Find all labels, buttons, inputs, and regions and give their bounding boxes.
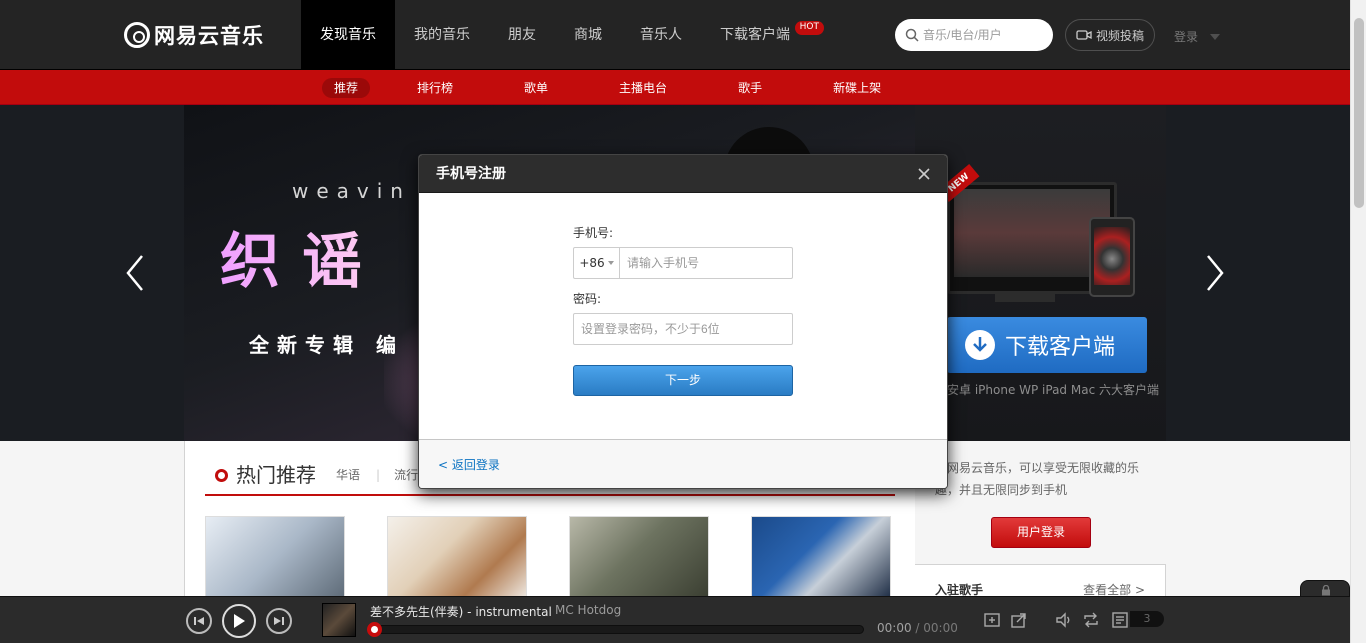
- chevron-down-icon: [607, 261, 614, 265]
- download-arrow-icon: [965, 330, 995, 360]
- banner-next-arrow-icon[interactable]: [1200, 253, 1230, 293]
- current-time: 00:00: [877, 621, 912, 635]
- playlist-cover[interactable]: [387, 516, 527, 601]
- site-logo[interactable]: 网易云音乐: [124, 20, 264, 50]
- login-promo-text: 录网易云音乐，可以享受无限收藏的乐趣，并且无限同步到手机: [935, 461, 1140, 497]
- nav-my-music[interactable]: 我的音乐: [395, 0, 489, 70]
- progress-handle[interactable]: [367, 622, 382, 637]
- login-promo-box: 录网易云音乐，可以享受无限收藏的乐趣，并且无限同步到手机 用户登录: [915, 441, 1166, 565]
- sub-nav: 推荐 排行榜 歌单 主播电台 歌手 新碟上架: [322, 70, 940, 105]
- page-scrollbar[interactable]: [1350, 0, 1366, 643]
- total-time: 00:00: [923, 621, 958, 635]
- login-link[interactable]: 登录: [1174, 28, 1221, 45]
- nav-friends[interactable]: 朋友: [489, 0, 555, 70]
- tab-pop[interactable]: 流行: [394, 463, 418, 487]
- share-icon[interactable]: [1010, 611, 1028, 629]
- top-navbar: 网易云音乐 发现音乐 我的音乐 朋友 商城 音乐人 下载客户端 HOT 视频投稿…: [0, 0, 1350, 70]
- now-playing-cover[interactable]: [322, 603, 356, 637]
- back-to-login-link[interactable]: < 返回登录: [438, 456, 500, 473]
- chevron-down-icon: [1210, 33, 1221, 40]
- close-icon[interactable]: [917, 167, 931, 181]
- subnav-charts[interactable]: 排行榜: [405, 78, 465, 98]
- download-panel: NEW 下载客户端 安卓 iPhone WP iPad Mac 六大客户端: [915, 105, 1166, 441]
- player-lock-tab[interactable]: [1300, 580, 1350, 597]
- prev-track-button[interactable]: [186, 608, 212, 634]
- nav-discover-music[interactable]: 发现音乐: [301, 0, 395, 70]
- subnav-singers[interactable]: 歌手: [726, 78, 774, 98]
- download-client-button[interactable]: 下载客户端: [947, 317, 1147, 373]
- add-to-playlist-icon[interactable]: [983, 611, 1001, 629]
- banner-english-text: weavin: [292, 179, 411, 203]
- progress-bar[interactable]: [367, 622, 864, 637]
- playlist-cover[interactable]: [569, 516, 709, 601]
- playlist-icon[interactable]: [1111, 611, 1129, 629]
- song-artist[interactable]: MC Hotdog: [555, 603, 621, 617]
- playlist-cover[interactable]: [751, 516, 891, 601]
- play-button[interactable]: [222, 604, 256, 638]
- country-code-select[interactable]: +86: [574, 248, 620, 278]
- volume-icon[interactable]: [1055, 611, 1073, 629]
- dialog-header[interactable]: 手机号注册: [419, 155, 947, 193]
- banner-subtitle: 全新专辑 编: [249, 333, 404, 357]
- dialog-body: 手机号: +86 密码: 下一步: [419, 194, 947, 439]
- banner-title-text: 织谣: [220, 227, 384, 297]
- phone-field: +86: [573, 247, 793, 279]
- nav-download-client[interactable]: 下载客户端 HOT: [701, 0, 828, 70]
- phone-label: 手机号:: [573, 226, 614, 240]
- user-login-button[interactable]: 用户登录: [991, 517, 1091, 548]
- login-label: 登录: [1174, 30, 1199, 44]
- banner-title: 织谣: [220, 213, 384, 300]
- time-display: 00:00 / 00:00: [877, 621, 958, 635]
- password-input[interactable]: [573, 313, 793, 345]
- nav-musicians[interactable]: 音乐人: [621, 0, 701, 70]
- playlist-count[interactable]: 3: [1130, 611, 1164, 627]
- music-player: 差不多先生(伴奏) - instrumental MC Hotdog 00:00…: [0, 596, 1350, 643]
- tab-divider: |: [376, 468, 381, 482]
- subnav-new-albums[interactable]: 新碟上架: [821, 78, 893, 98]
- phone-register-dialog: 手机号注册 手机号: +86 密码: 下一步 < 返回登录: [418, 154, 948, 489]
- download-platforms: 安卓 iPhone WP iPad Mac 六大客户端: [947, 383, 1159, 397]
- hot-badge: HOT: [794, 21, 824, 35]
- subnav-recommend[interactable]: 推荐: [322, 77, 371, 98]
- section-dot-icon: [215, 469, 228, 482]
- scrollbar-thumb[interactable]: [1354, 18, 1364, 208]
- video-upload-button[interactable]: 视频投稿: [1065, 19, 1155, 51]
- phone-client-image: [1089, 217, 1135, 297]
- dialog-title: 手机号注册: [436, 166, 506, 182]
- nav-download-label: 下载客户端: [720, 27, 790, 43]
- netease-logo-icon: [124, 22, 150, 48]
- banner-prev-arrow-icon[interactable]: [120, 253, 150, 293]
- monitor-stand: [995, 294, 1055, 302]
- play-icon: [234, 614, 245, 628]
- phone-input[interactable]: [620, 248, 792, 278]
- tab-chinese[interactable]: 华语: [336, 463, 360, 487]
- main-nav: 发现音乐 我的音乐 朋友 商城 音乐人 下载客户端 HOT: [301, 0, 828, 70]
- next-track-button[interactable]: [266, 608, 292, 634]
- previous-icon: [194, 617, 204, 625]
- dialog-footer: < 返回登录: [419, 439, 947, 488]
- search-input[interactable]: [923, 28, 1043, 42]
- repeat-icon[interactable]: [1082, 611, 1100, 629]
- subnav-playlists[interactable]: 歌单: [512, 78, 560, 98]
- download-client-label: 下载客户端: [1005, 335, 1116, 360]
- nav-mall[interactable]: 商城: [555, 0, 621, 70]
- search-icon: [905, 28, 919, 42]
- song-title[interactable]: 差不多先生(伴奏) - instrumental: [370, 603, 552, 620]
- next-icon: [274, 617, 284, 625]
- video-upload-label: 视频投稿: [1095, 28, 1144, 43]
- lock-icon: [1322, 585, 1330, 596]
- subnav-radio[interactable]: 主播电台: [607, 78, 679, 98]
- sub-navbar: 推荐 排行榜 歌单 主播电台 歌手 新碟上架: [0, 70, 1350, 105]
- password-label: 密码:: [573, 292, 602, 306]
- country-code-value: +86: [579, 256, 605, 270]
- video-camera-icon: [1076, 30, 1092, 40]
- next-step-button[interactable]: 下一步: [573, 365, 793, 396]
- hot-recommend-title[interactable]: 热门推荐: [236, 463, 316, 487]
- playlist-cover[interactable]: [205, 516, 345, 601]
- search-box[interactable]: [895, 19, 1053, 51]
- logo-text: 网易云音乐: [154, 24, 264, 48]
